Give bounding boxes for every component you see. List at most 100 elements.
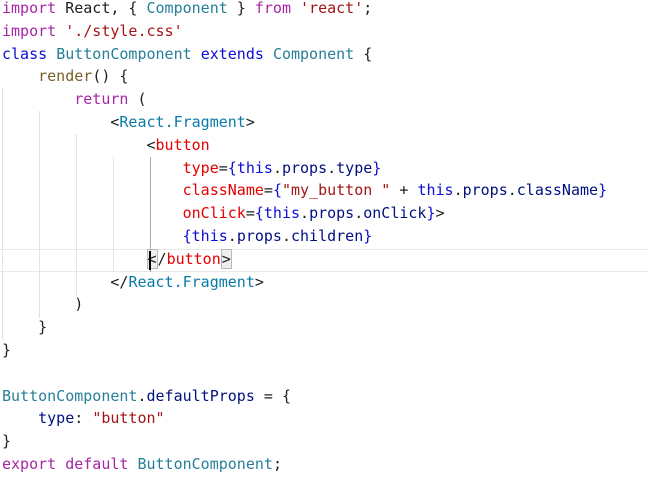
code-token: </ — [110, 272, 129, 291]
code-token: } — [598, 181, 608, 200]
code-token: children — [291, 227, 364, 245]
code-token: / — [157, 249, 167, 268]
code-token: () { — [92, 67, 129, 86]
code-token: ButtonComponent — [56, 44, 192, 63]
code-token: = { — [254, 386, 291, 405]
code-line[interactable]: } — [2, 430, 11, 453]
code-token: } — [363, 227, 373, 245]
code-token: ButtonComponent — [137, 455, 273, 473]
code-token: "my_button " — [281, 181, 391, 200]
code-token: : — [74, 409, 93, 428]
code-line[interactable]: } — [2, 316, 47, 339]
code-token: ; — [363, 0, 373, 17]
code-token: = — [245, 204, 255, 223]
code-token: import — [2, 0, 57, 17]
code-token: ; — [272, 455, 282, 473]
code-token: this — [417, 181, 454, 200]
code-line[interactable]: className={"my_button " + this.props.cla… — [2, 179, 607, 202]
code-token: onClick — [363, 204, 427, 223]
code-token: . — [327, 158, 337, 177]
code-token: { — [227, 158, 237, 177]
code-line[interactable]: render() { — [2, 65, 128, 88]
code-token: > — [245, 113, 255, 131]
code-token: . — [300, 204, 310, 223]
code-token: this — [191, 227, 228, 245]
code-token: React.Fragment — [128, 272, 255, 291]
code-token: . — [507, 181, 517, 200]
code-token: this — [236, 158, 273, 177]
code-token: } — [426, 204, 436, 223]
code-token: Component — [272, 44, 355, 63]
code-token: button — [166, 249, 221, 268]
code-line[interactable]: export default ButtonComponent; — [2, 453, 282, 476]
code-token: this — [263, 204, 301, 223]
code-token: button — [155, 135, 210, 154]
code-token: > — [435, 204, 445, 223]
code-line[interactable]: return ( — [2, 88, 146, 111]
code-token: + — [390, 181, 418, 200]
code-token: { — [272, 181, 282, 200]
code-token: return — [74, 90, 129, 109]
code-line[interactable]: </React.Fragment> — [2, 271, 264, 294]
code-editor[interactable]: import React, { Component } from 'react'… — [0, 0, 648, 484]
code-token: . — [453, 181, 463, 200]
code-token: props — [309, 204, 355, 223]
code-token: { — [182, 227, 192, 245]
code-line[interactable]: import React, { Component } from 'react'… — [2, 0, 372, 20]
code-token: } — [2, 318, 48, 337]
code-token: . — [227, 227, 237, 245]
code-token: = — [263, 181, 273, 200]
code-line[interactable]: class ButtonComponent extends Component … — [2, 43, 372, 66]
code-line[interactable]: ButtonComponent.defaultProps = { — [2, 385, 291, 408]
code-line[interactable]: <button — [2, 134, 210, 157]
code-token: from — [254, 0, 291, 17]
code-token: } — [2, 341, 12, 359]
code-line[interactable]: import './style.css' — [2, 20, 183, 43]
code-token: Component — [146, 0, 228, 17]
text-cursor — [149, 251, 151, 270]
code-token: React.Fragment — [119, 113, 246, 131]
code-line[interactable]: onClick={this.props.onClick}> — [2, 202, 445, 225]
code-token: type — [182, 158, 219, 177]
code-line[interactable]: type: "button" — [2, 407, 165, 430]
code-token: type — [38, 409, 75, 428]
code-token: ) — [2, 295, 84, 314]
code-line[interactable]: ) — [2, 293, 83, 316]
code-token: } — [227, 0, 255, 17]
code-token: default — [65, 455, 129, 473]
code-token: < — [146, 135, 156, 154]
code-token: > — [254, 272, 264, 291]
code-token: } — [2, 432, 12, 451]
code-token: "button" — [92, 409, 165, 428]
code-line[interactable]: } — [2, 339, 11, 362]
code-line[interactable]: type={this.props.type} — [2, 157, 382, 180]
code-token: = — [218, 158, 228, 177]
code-token: { — [254, 204, 264, 223]
code-token: import — [2, 21, 57, 40]
code-token: defaultProps — [146, 386, 255, 405]
code-token: . — [137, 386, 147, 405]
code-token: 'react' — [300, 0, 364, 17]
code-token: export — [2, 455, 57, 473]
code-token: extends — [200, 44, 264, 63]
code-token: props — [281, 158, 328, 177]
code-line[interactable]: </button> — [2, 248, 232, 271]
code-token: } — [372, 158, 382, 177]
code-token: onClick — [182, 204, 246, 223]
code-line[interactable]: <React.Fragment> — [2, 111, 255, 134]
code-line[interactable]: {this.props.children} — [2, 225, 373, 248]
code-token: './style.css' — [65, 21, 183, 40]
code-token: type — [336, 158, 373, 177]
